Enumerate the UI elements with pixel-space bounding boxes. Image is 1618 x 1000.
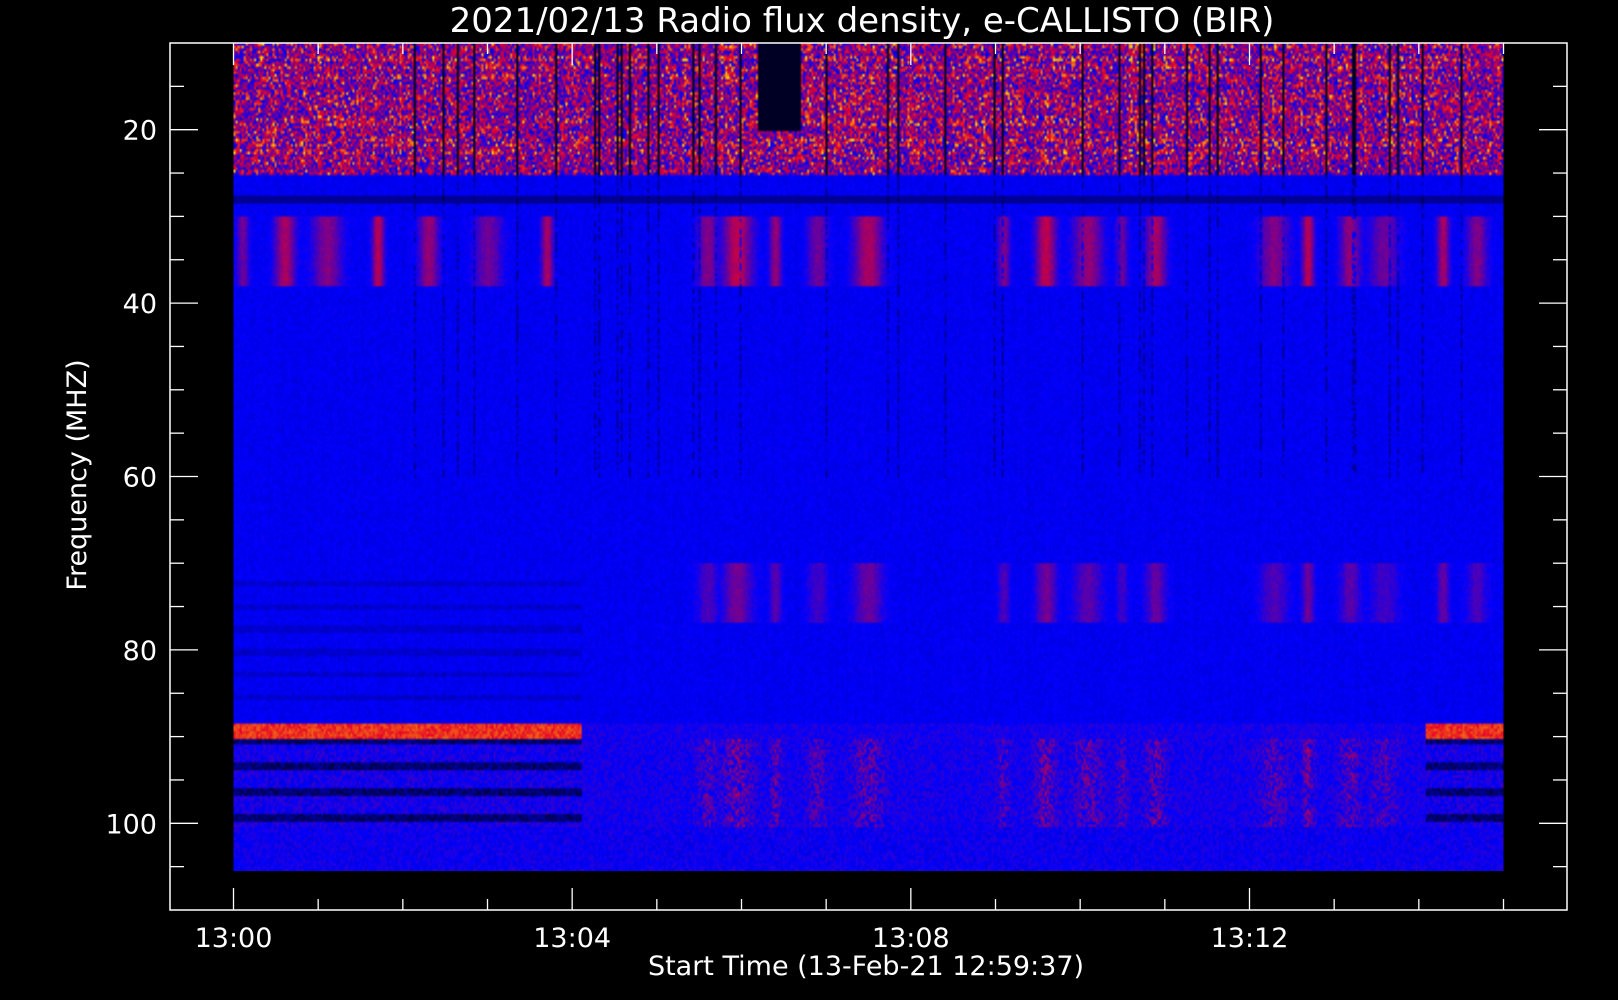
x-axis-label: Start Time (13-Feb-21 12:59:37) [648,951,1084,982]
x-tick-label: 13:12 [1211,923,1289,954]
spectrogram-chart: 2021/02/13 Radio flux density, e-CALLIST… [0,0,1618,1000]
y-tick-label: 100 [105,809,157,840]
x-tick-label: 13:08 [872,923,950,954]
y-tick-label: 20 [123,116,157,147]
y-axis-label: Frequency (MHZ) [62,359,93,590]
y-tick-label: 80 [123,636,157,667]
x-tick-label: 13:00 [195,923,273,954]
chart-title: 2021/02/13 Radio flux density, e-CALLIST… [450,1,1275,41]
x-tick-label: 13:04 [533,923,611,954]
spectrogram-heatmap [233,43,1504,871]
y-tick-label: 60 [123,463,157,494]
y-tick-label: 40 [123,289,157,320]
